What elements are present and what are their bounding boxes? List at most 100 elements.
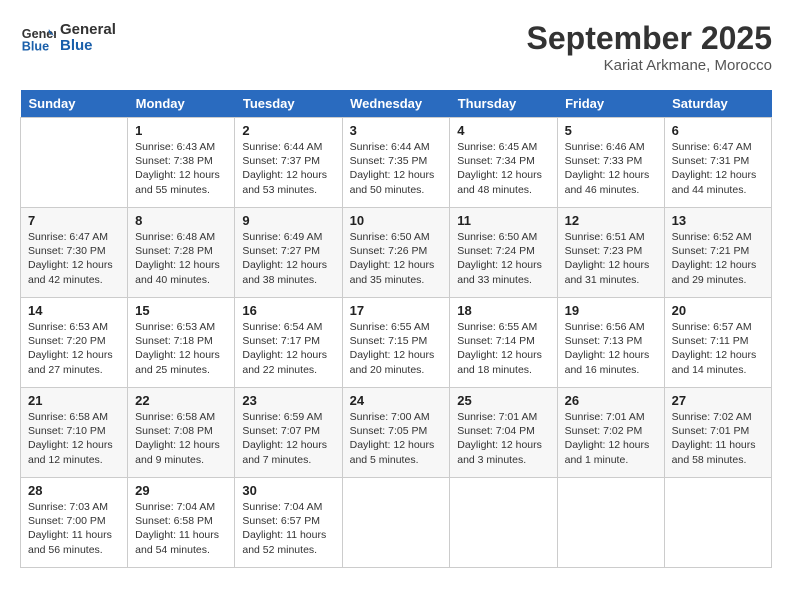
calendar-cell: 18Sunrise: 6:55 AM Sunset: 7:14 PM Dayli…	[450, 298, 557, 388]
calendar-cell: 28Sunrise: 7:03 AM Sunset: 7:00 PM Dayli…	[21, 478, 128, 568]
day-number: 3	[350, 123, 443, 138]
day-number: 10	[350, 213, 443, 228]
calendar-cell: 20Sunrise: 6:57 AM Sunset: 7:11 PM Dayli…	[664, 298, 771, 388]
day-number: 24	[350, 393, 443, 408]
day-number: 30	[242, 483, 334, 498]
week-row-4: 21 Sunrise: 6:58 AM Sunset: 7:10 PM Dayli…	[21, 388, 772, 478]
week-row-2: 7Sunrise: 6:47 AM Sunset: 7:30 PM Daylig…	[21, 208, 772, 298]
calendar-cell: 29 Sunrise: 7:04 AM Sunset: 6:58 PM Dayli…	[128, 478, 235, 568]
page-header: General Blue General Blue September 2025…	[20, 20, 772, 74]
day-number: 14	[28, 303, 120, 318]
day-number: 27	[672, 393, 764, 408]
day-info: Sunrise: 6:53 AM Sunset: 7:18 PM Dayligh…	[135, 320, 227, 377]
day-number: 5	[565, 123, 657, 138]
day-number: 2	[242, 123, 334, 138]
day-number: 8	[135, 213, 227, 228]
day-info: Sunrise: 6:44 AM Sunset: 7:35 PM Dayligh…	[350, 140, 443, 197]
calendar-cell: 8 Sunrise: 6:48 AM Sunset: 7:28 PM Daylig…	[128, 208, 235, 298]
day-number: 22	[135, 393, 227, 408]
calendar-table: SundayMondayTuesdayWednesdayThursdayFrid…	[20, 90, 772, 568]
day-info: Sunrise: 6:58 AM Sunset: 7:10 PM Dayligh…	[28, 410, 120, 467]
calendar-cell: 10 Sunrise: 6:50 AM Sunset: 7:26 PM Dayli…	[342, 208, 450, 298]
day-number: 26	[565, 393, 657, 408]
col-header-friday: Friday	[557, 90, 664, 118]
calendar-cell: 21 Sunrise: 6:58 AM Sunset: 7:10 PM Dayli…	[21, 388, 128, 478]
day-info: Sunrise: 6:56 AM Sunset: 7:13 PM Dayligh…	[565, 320, 657, 377]
day-info: Sunrise: 6:57 AM Sunset: 7:11 PM Dayligh…	[672, 320, 764, 377]
calendar-cell	[664, 478, 771, 568]
day-info: Sunrise: 6:55 AM Sunset: 7:14 PM Dayligh…	[457, 320, 549, 377]
day-number: 23	[242, 393, 334, 408]
month-title: September 2025	[527, 20, 772, 57]
calendar-cell: 4Sunrise: 6:45 AM Sunset: 7:34 PM Daylig…	[450, 118, 557, 208]
day-info: Sunrise: 6:55 AM Sunset: 7:15 PM Dayligh…	[350, 320, 443, 377]
day-info: Sunrise: 6:47 AM Sunset: 7:31 PM Dayligh…	[672, 140, 764, 197]
calendar-cell: 1Sunrise: 6:43 AM Sunset: 7:38 PM Daylig…	[128, 118, 235, 208]
day-number: 16	[242, 303, 334, 318]
col-header-thursday: Thursday	[450, 90, 557, 118]
day-info: Sunrise: 6:58 AM Sunset: 7:08 PM Dayligh…	[135, 410, 227, 467]
calendar-cell: 16 Sunrise: 6:54 AM Sunset: 7:17 PM Dayli…	[235, 298, 342, 388]
calendar-cell	[21, 118, 128, 208]
calendar-cell: 5Sunrise: 6:46 AM Sunset: 7:33 PM Daylig…	[557, 118, 664, 208]
calendar-cell: 7Sunrise: 6:47 AM Sunset: 7:30 PM Daylig…	[21, 208, 128, 298]
location-subtitle: Kariat Arkmane, Morocco	[527, 57, 772, 74]
calendar-cell: 11 Sunrise: 6:50 AM Sunset: 7:24 PM Dayli…	[450, 208, 557, 298]
logo-blue-text: Blue	[60, 38, 116, 55]
svg-text:Blue: Blue	[22, 40, 49, 54]
col-header-monday: Monday	[128, 90, 235, 118]
calendar-cell: 25Sunrise: 7:01 AM Sunset: 7:04 PM Dayli…	[450, 388, 557, 478]
logo-icon: General Blue	[20, 20, 56, 56]
calendar-cell: 2Sunrise: 6:44 AM Sunset: 7:37 PM Daylig…	[235, 118, 342, 208]
day-number: 28	[28, 483, 120, 498]
calendar-cell: 24Sunrise: 7:00 AM Sunset: 7:05 PM Dayli…	[342, 388, 450, 478]
day-info: Sunrise: 6:50 AM Sunset: 7:24 PM Dayligh…	[457, 230, 549, 287]
calendar-cell	[557, 478, 664, 568]
day-info: Sunrise: 6:51 AM Sunset: 7:23 PM Dayligh…	[565, 230, 657, 287]
week-row-3: 14 Sunrise: 6:53 AM Sunset: 7:20 PM Dayli…	[21, 298, 772, 388]
calendar-cell: 9 Sunrise: 6:49 AM Sunset: 7:27 PM Daylig…	[235, 208, 342, 298]
day-number: 19	[565, 303, 657, 318]
day-info: Sunrise: 6:59 AM Sunset: 7:07 PM Dayligh…	[242, 410, 334, 467]
calendar-cell: 12 Sunrise: 6:51 AM Sunset: 7:23 PM Dayli…	[557, 208, 664, 298]
col-header-wednesday: Wednesday	[342, 90, 450, 118]
calendar-cell: 13 Sunrise: 6:52 AM Sunset: 7:21 PM Dayli…	[664, 208, 771, 298]
day-info: Sunrise: 6:50 AM Sunset: 7:26 PM Dayligh…	[350, 230, 443, 287]
col-header-saturday: Saturday	[664, 90, 771, 118]
calendar-cell: 23 Sunrise: 6:59 AM Sunset: 7:07 PM Dayli…	[235, 388, 342, 478]
calendar-cell: 26 Sunrise: 7:01 AM Sunset: 7:02 PM Dayli…	[557, 388, 664, 478]
calendar-cell: 15Sunrise: 6:53 AM Sunset: 7:18 PM Dayli…	[128, 298, 235, 388]
logo-general-text: General	[60, 22, 116, 39]
day-info: Sunrise: 7:04 AM Sunset: 6:58 PM Dayligh…	[135, 500, 227, 557]
calendar-cell: 17 Sunrise: 6:55 AM Sunset: 7:15 PM Dayli…	[342, 298, 450, 388]
day-number: 13	[672, 213, 764, 228]
day-number: 9	[242, 213, 334, 228]
day-number: 4	[457, 123, 549, 138]
calendar-cell: 19 Sunrise: 6:56 AM Sunset: 7:13 PM Dayli…	[557, 298, 664, 388]
day-info: Sunrise: 7:04 AM Sunset: 6:57 PM Dayligh…	[242, 500, 334, 557]
day-info: Sunrise: 6:48 AM Sunset: 7:28 PM Dayligh…	[135, 230, 227, 287]
day-number: 11	[457, 213, 549, 228]
calendar-cell	[450, 478, 557, 568]
day-number: 7	[28, 213, 120, 228]
calendar-cell: 30 Sunrise: 7:04 AM Sunset: 6:57 PM Dayli…	[235, 478, 342, 568]
day-number: 6	[672, 123, 764, 138]
day-number: 29	[135, 483, 227, 498]
calendar-header-row: SundayMondayTuesdayWednesdayThursdayFrid…	[21, 90, 772, 118]
calendar-cell: 22 Sunrise: 6:58 AM Sunset: 7:08 PM Dayli…	[128, 388, 235, 478]
day-info: Sunrise: 6:54 AM Sunset: 7:17 PM Dayligh…	[242, 320, 334, 377]
logo: General Blue General Blue	[20, 20, 116, 56]
day-number: 17	[350, 303, 443, 318]
col-header-tuesday: Tuesday	[235, 90, 342, 118]
week-row-5: 28Sunrise: 7:03 AM Sunset: 7:00 PM Dayli…	[21, 478, 772, 568]
title-block: September 2025 Kariat Arkmane, Morocco	[527, 20, 772, 74]
day-info: Sunrise: 6:49 AM Sunset: 7:27 PM Dayligh…	[242, 230, 334, 287]
day-info: Sunrise: 6:52 AM Sunset: 7:21 PM Dayligh…	[672, 230, 764, 287]
week-row-1: 1Sunrise: 6:43 AM Sunset: 7:38 PM Daylig…	[21, 118, 772, 208]
day-info: Sunrise: 7:01 AM Sunset: 7:04 PM Dayligh…	[457, 410, 549, 467]
day-number: 12	[565, 213, 657, 228]
day-number: 21	[28, 393, 120, 408]
calendar-body: 1Sunrise: 6:43 AM Sunset: 7:38 PM Daylig…	[21, 118, 772, 568]
day-info: Sunrise: 7:01 AM Sunset: 7:02 PM Dayligh…	[565, 410, 657, 467]
day-info: Sunrise: 6:53 AM Sunset: 7:20 PM Dayligh…	[28, 320, 120, 377]
